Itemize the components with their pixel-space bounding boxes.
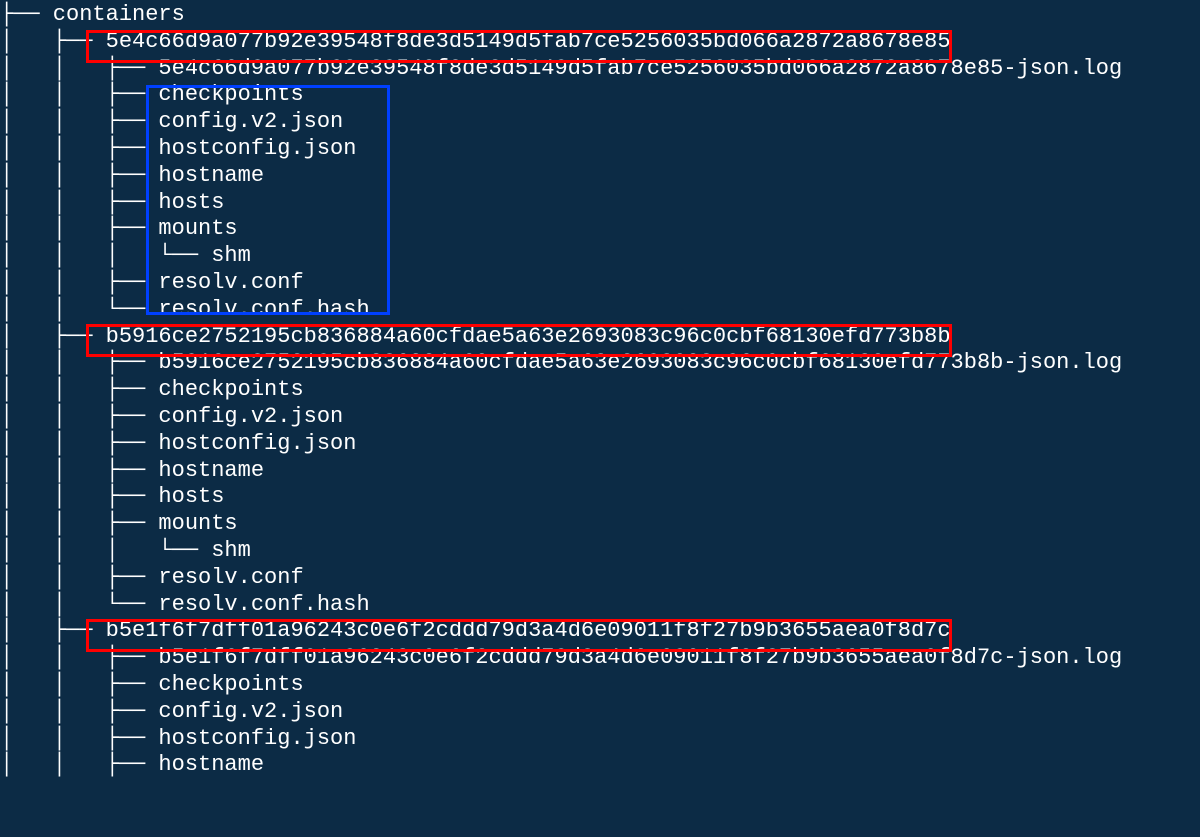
container-file: │ │ ├── hostname: [0, 752, 1200, 779]
tree-line: │ │ └── resolv.conf.hash: [0, 297, 370, 322]
container-file: │ │ ├── config.v2.json: [0, 699, 1200, 726]
tree-line: │ │ ├── resolv.conf: [0, 270, 304, 295]
tree-line: │ │ ├── hostname: [0, 752, 264, 777]
container-id: │ ├── 5e4c66d9a077b92e39548f8de3d5149d5f…: [0, 29, 1200, 56]
container-file: │ │ ├── checkpoints: [0, 82, 1200, 109]
container-id: │ ├── b5e1f6f7dff01a96243c0e6f2cddd79d3a…: [0, 618, 1200, 645]
tree-line: │ │ ├── checkpoints: [0, 377, 304, 402]
container-file: │ │ ├── hostname: [0, 458, 1200, 485]
container-file: │ │ ├── resolv.conf: [0, 270, 1200, 297]
container-file: │ │ ├── mounts: [0, 216, 1200, 243]
container-file: │ │ ├── hosts: [0, 190, 1200, 217]
tree-line: │ │ ├── checkpoints: [0, 82, 304, 107]
container-file: │ │ ├── hostconfig.json: [0, 136, 1200, 163]
tree-line: │ │ ├── hostconfig.json: [0, 431, 356, 456]
tree-line: │ │ ├── checkpoints: [0, 672, 304, 697]
container-file: │ │ ├── checkpoints: [0, 377, 1200, 404]
tree-line: │ │ ├── hosts: [0, 190, 224, 215]
container-file: │ │ ├── hostconfig.json: [0, 431, 1200, 458]
container-file: │ │ ├── hostconfig.json: [0, 726, 1200, 753]
container-log: │ │ ├── b5916ce2752195cb836884a60cfdae5a…: [0, 350, 1200, 377]
tree-line: │ │ ├── hostconfig.json: [0, 726, 356, 751]
terminal-output: ├── containers │ ├── 5e4c66d9a077b92e395…: [0, 0, 1200, 837]
tree-line: ├── containers: [0, 2, 185, 27]
container-file: │ │ ├── checkpoints: [0, 672, 1200, 699]
container-file: │ │ │ └── shm: [0, 538, 1200, 565]
tree-line: │ │ │ └── shm: [0, 243, 251, 268]
tree-line: │ ├── b5916ce2752195cb836884a60cfdae5a63…: [0, 324, 951, 349]
container-file: │ │ ├── hosts: [0, 484, 1200, 511]
container-file: │ │ ├── hostname: [0, 163, 1200, 190]
container-file: │ │ ├── resolv.conf: [0, 565, 1200, 592]
tree-line: │ │ ├── hostname: [0, 163, 264, 188]
container-id: │ ├── b5916ce2752195cb836884a60cfdae5a63…: [0, 324, 1200, 351]
tree-line: │ │ ├── hosts: [0, 484, 224, 509]
container-file: │ │ ├── config.v2.json: [0, 109, 1200, 136]
tree-line: │ │ ├── resolv.conf: [0, 565, 304, 590]
container-file: │ │ │ └── shm: [0, 243, 1200, 270]
tree-line: │ │ ├── config.v2.json: [0, 699, 343, 724]
tree-line: │ │ ├── hostconfig.json: [0, 136, 356, 161]
tree-line: │ │ │ └── shm: [0, 538, 251, 563]
container-log: │ │ ├── b5e1f6f7dff01a96243c0e6f2cddd79d…: [0, 645, 1200, 672]
tree-root: ├── containers: [0, 2, 1200, 29]
tree-line: │ │ ├── config.v2.json: [0, 109, 343, 134]
container-file: │ │ ├── mounts: [0, 511, 1200, 538]
tree-line: │ │ ├── config.v2.json: [0, 404, 343, 429]
tree-line: │ │ ├── b5e1f6f7dff01a96243c0e6f2cddd79d…: [0, 645, 1122, 670]
container-log: │ │ ├── 5e4c66d9a077b92e39548f8de3d5149d…: [0, 56, 1200, 83]
tree-line: │ │ ├── mounts: [0, 511, 238, 536]
tree-line: │ │ └── resolv.conf.hash: [0, 592, 370, 617]
tree-line: │ ├── 5e4c66d9a077b92e39548f8de3d5149d5f…: [0, 29, 951, 54]
container-file: │ │ └── resolv.conf.hash: [0, 592, 1200, 619]
tree-line: │ │ ├── b5916ce2752195cb836884a60cfdae5a…: [0, 350, 1122, 375]
tree-line: │ │ ├── 5e4c66d9a077b92e39548f8de3d5149d…: [0, 56, 1122, 81]
container-file: │ │ ├── config.v2.json: [0, 404, 1200, 431]
container-file: │ │ └── resolv.conf.hash: [0, 297, 1200, 324]
tree-line: │ │ ├── hostname: [0, 458, 264, 483]
tree-line: │ ├── b5e1f6f7dff01a96243c0e6f2cddd79d3a…: [0, 618, 951, 643]
tree-line: │ │ ├── mounts: [0, 216, 238, 241]
